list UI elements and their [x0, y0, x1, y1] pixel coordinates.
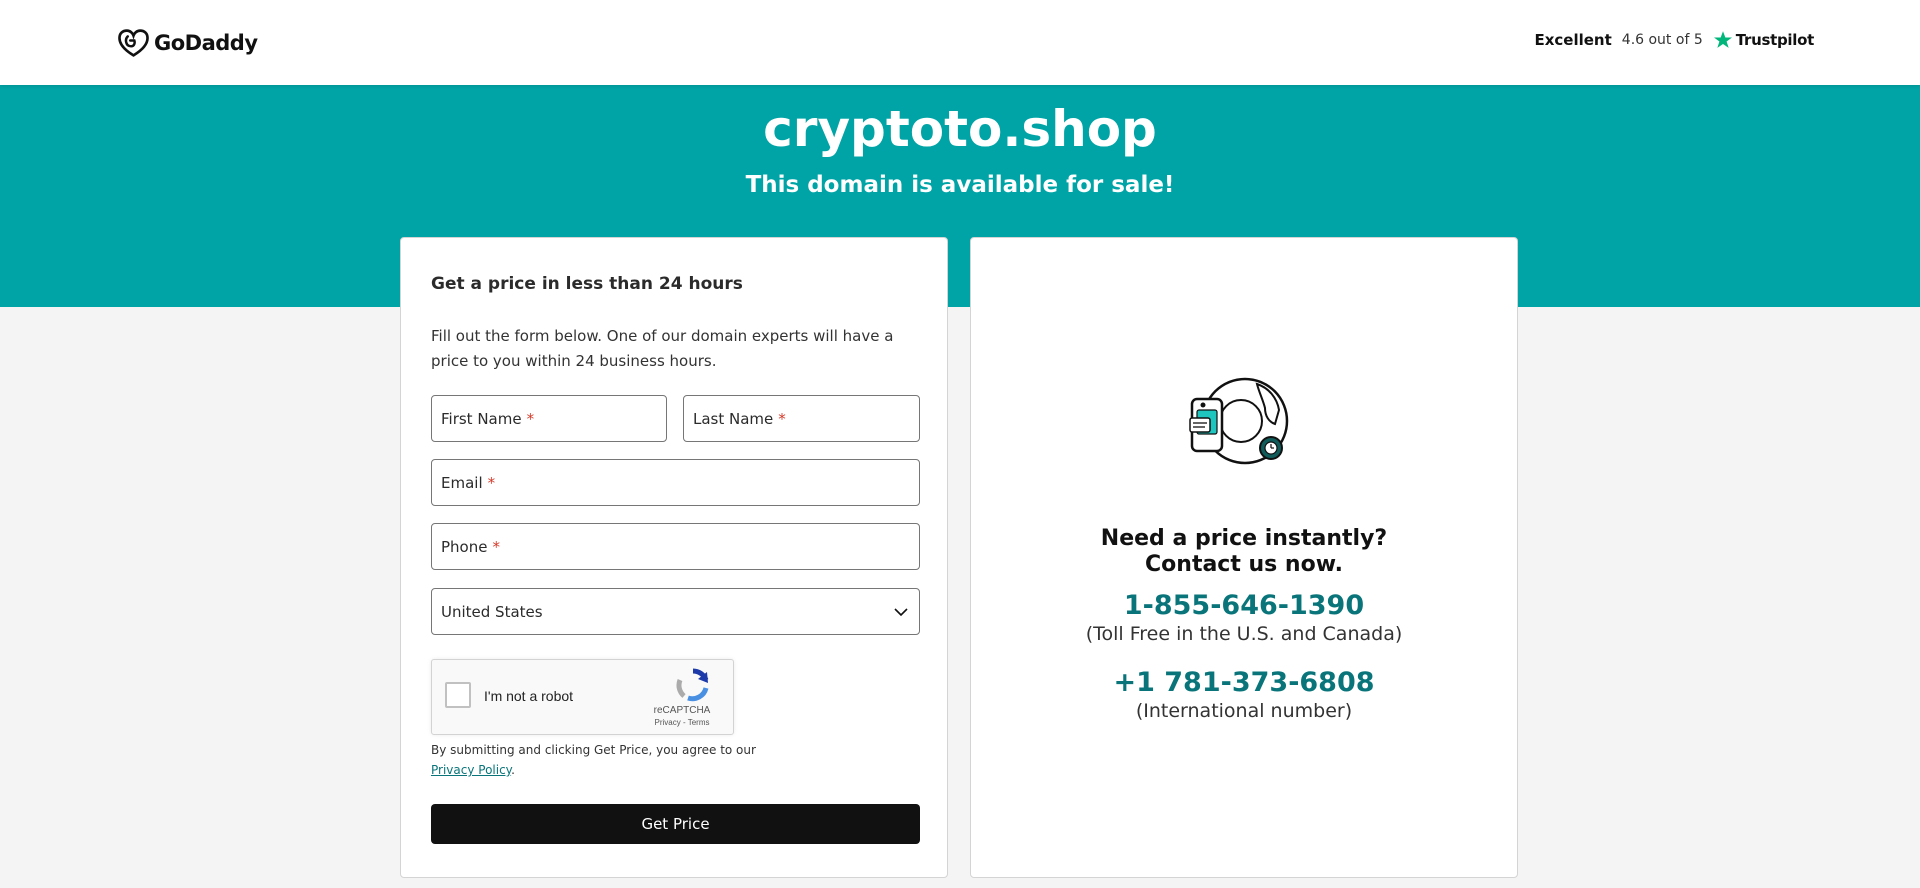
form-title: Get a price in less than 24 hours	[431, 274, 743, 294]
logo-text: GoDaddy	[154, 31, 258, 55]
first-name-field[interactable]: First Name *	[431, 395, 667, 442]
legal-text: By submitting and clicking Get Price, yo…	[431, 740, 851, 780]
last-name-label: Last Name	[693, 409, 774, 428]
recaptcha-label: I'm not a robot	[484, 688, 574, 704]
privacy-policy-link[interactable]: Privacy Policy	[431, 763, 511, 777]
first-name-label: First Name	[441, 409, 522, 428]
country-select[interactable]: United States	[431, 588, 920, 635]
domain-subtitle: This domain is available for sale!	[745, 172, 1175, 198]
trustpilot-brand: Trustpilot	[1713, 30, 1814, 50]
legal-statement: By submitting and clicking Get Price, yo…	[431, 743, 756, 757]
last-name-field[interactable]: Last Name *	[683, 395, 920, 442]
international-phone-link[interactable]: +1 781-373-6808	[971, 667, 1517, 698]
contact-card: Need a price instantly? Contact us now. …	[970, 237, 1518, 878]
contact-heading-line1: Need a price instantly?	[1100, 526, 1388, 551]
email-field[interactable]: Email *	[431, 459, 920, 506]
legal-end: .	[511, 763, 515, 777]
required-marker: *	[487, 473, 496, 492]
phone-support-illustration-icon	[1189, 377, 1289, 465]
required-marker: *	[778, 409, 786, 428]
tollfree-note: (Toll Free in the U.S. and Canada)	[1085, 623, 1403, 645]
recaptcha-links[interactable]: Privacy - Terms	[632, 718, 732, 727]
site-header: GoDaddy Excellent 4.6 out of 5 Trustpilo…	[0, 0, 1920, 85]
trustpilot-rating[interactable]: Excellent 4.6 out of 5 Trustpilot	[1534, 30, 1814, 50]
phone-label: Phone	[441, 537, 488, 556]
required-marker: *	[526, 409, 535, 428]
country-value: United States	[441, 602, 543, 621]
price-form-card: Get a price in less than 24 hours Fill o…	[400, 237, 948, 878]
rating-label: Excellent	[1534, 31, 1612, 49]
international-note: (International number)	[1135, 700, 1353, 722]
rating-score: 4.6 out of 5	[1621, 32, 1703, 48]
contact-heading-line2: Contact us now.	[1145, 552, 1343, 577]
get-price-button[interactable]: Get Price	[431, 804, 920, 844]
recaptcha-icon	[676, 668, 709, 702]
recaptcha-brand: reCAPTCHA	[653, 705, 711, 716]
form-description: Fill out the form below. One of our doma…	[431, 327, 894, 370]
trustpilot-text: Trustpilot	[1735, 31, 1815, 49]
recaptcha-widget: I'm not a robot reCAPTCHA Privacy - Term…	[431, 659, 734, 735]
godaddy-logo[interactable]: GoDaddy	[117, 27, 258, 59]
domain-title: cryptoto.shop	[763, 100, 1157, 158]
required-marker: *	[492, 537, 500, 556]
chevron-down-icon	[894, 607, 908, 616]
godaddy-logo-icon	[118, 29, 149, 57]
phone-field[interactable]: Phone *	[431, 523, 920, 570]
email-label: Email	[441, 473, 483, 492]
tollfree-phone-link[interactable]: 1-855-646-1390	[971, 590, 1517, 621]
recaptcha-checkbox[interactable]	[445, 682, 471, 708]
trustpilot-star-icon	[1713, 31, 1732, 48]
